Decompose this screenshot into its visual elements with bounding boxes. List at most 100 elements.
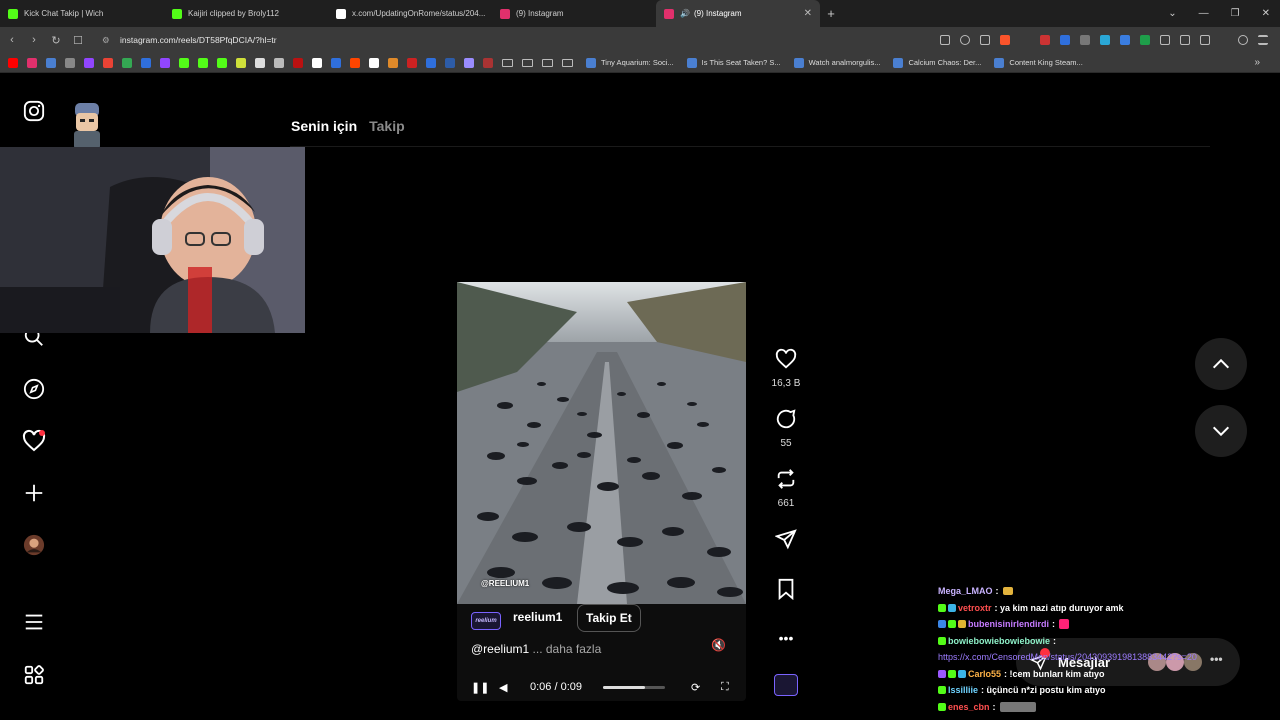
minimize-button[interactable]: — (1199, 8, 1209, 19)
reel-card[interactable]: @REELIUM1 reelium reelium1 Takip Et @ree… (457, 185, 746, 701)
folder-icon[interactable] (522, 58, 533, 67)
bookmark-link[interactable]: Calcium Chaos: Der... (893, 57, 981, 68)
bookmark-icon[interactable] (46, 57, 56, 68)
cast-icon[interactable] (940, 35, 950, 45)
x-bookmark-icon[interactable] (312, 57, 322, 68)
more-bookmarks-icon[interactable]: » (1254, 57, 1260, 68)
forward-button[interactable]: › (24, 34, 44, 46)
sidebar-icon[interactable] (1200, 35, 1210, 45)
follow-button[interactable]: Takip Et (577, 604, 641, 632)
folder-icon[interactable] (542, 58, 553, 67)
new-tab-button[interactable]: + (820, 6, 842, 21)
bookmark-icon[interactable] (141, 57, 151, 68)
author-name[interactable]: reelium1 (513, 610, 562, 624)
music-icon[interactable] (1238, 35, 1248, 45)
reload-button[interactable]: ↻ (46, 34, 66, 47)
bookmark-icon[interactable] (369, 57, 379, 68)
pause-button[interactable]: ❚❚ (471, 681, 489, 694)
bookmark-icon[interactable] (426, 57, 436, 68)
puzzle-icon[interactable] (1180, 35, 1190, 45)
more-menu-icon[interactable] (22, 610, 46, 634)
next-reel-button[interactable] (1195, 405, 1247, 457)
share-action[interactable] (766, 528, 806, 555)
bookmark-icon[interactable] (274, 57, 284, 68)
zoom-icon[interactable] (960, 35, 970, 45)
save-action[interactable] (766, 578, 806, 605)
folder-icon[interactable] (502, 58, 513, 67)
comment-action[interactable]: 55 (766, 408, 806, 449)
bookmark-icon[interactable] (236, 57, 246, 68)
close-window-button[interactable]: ✕ (1262, 8, 1270, 19)
kick-bookmark-icon[interactable] (198, 57, 208, 68)
browser-tab-0[interactable]: Kick Chat Takip | Wich (0, 0, 164, 27)
close-tab-icon[interactable]: ✕ (804, 8, 812, 19)
kick-bookmark-icon[interactable] (179, 57, 189, 68)
replay-icon[interactable]: ⟳ (691, 681, 700, 694)
seek-bar[interactable] (603, 686, 665, 689)
bookmark-link[interactable]: Watch analmorgulis... (793, 57, 880, 68)
folder-icon[interactable] (562, 58, 573, 67)
tab-for-you[interactable]: Senin için (291, 118, 357, 134)
extension-blue-icon[interactable] (1060, 35, 1070, 45)
bookmark-link[interactable]: Is This Seat Taken? S... (686, 57, 781, 68)
reel-video[interactable]: @REELIUM1 (457, 282, 746, 604)
notifications-heart-icon[interactable] (22, 429, 46, 453)
volume-icon[interactable]: ◀ (499, 681, 507, 694)
twitch-bookmark-icon[interactable] (160, 57, 170, 68)
profile-avatar[interactable] (22, 533, 46, 557)
share-icon[interactable] (980, 35, 990, 45)
menu-icon[interactable] (1258, 35, 1268, 45)
more-options-icon[interactable]: ••• (766, 630, 806, 646)
bookmark-icon[interactable] (407, 57, 417, 68)
extension-blue2-icon[interactable] (1120, 35, 1130, 45)
extension-dark-icon[interactable] (1160, 35, 1170, 45)
extension-green-icon[interactable] (1140, 35, 1150, 45)
site-info-icon[interactable]: ⚙ (102, 35, 110, 45)
bookmark-icon[interactable] (331, 57, 341, 68)
bookmark-link[interactable]: Content King Steam... (994, 57, 1083, 68)
bookmark-icon[interactable] (388, 57, 398, 68)
anchor-bookmark-icon[interactable] (255, 57, 265, 68)
extension-cyan-icon[interactable] (1100, 35, 1110, 45)
instagram-bookmark-icon[interactable] (27, 57, 37, 68)
extension-red-icon[interactable] (1040, 35, 1050, 45)
repost-action[interactable]: 661 (766, 468, 806, 509)
previous-reel-button[interactable] (1195, 338, 1247, 390)
bookmark-link[interactable]: Tiny Aquarium: Soci... (586, 57, 674, 68)
bookmark-icon[interactable] (65, 57, 75, 68)
bookmark-icon[interactable]: ☐ (68, 34, 88, 47)
bookmark-icon[interactable] (84, 57, 94, 68)
chevron-down-icon[interactable]: ⌄ (1168, 8, 1176, 19)
reddit-bookmark-icon[interactable] (350, 57, 360, 68)
tab-following[interactable]: Takip (369, 118, 405, 134)
gmail-bookmark-icon[interactable] (103, 57, 113, 68)
browser-tab-2[interactable]: x.com/UpdatingOnRome/status/204... (328, 0, 492, 27)
kick-bookmark-icon[interactable] (217, 57, 227, 68)
bookmark-icon[interactable] (445, 57, 455, 68)
audio-avatar[interactable] (766, 674, 806, 696)
fullscreen-icon[interactable]: ⛶ (721, 681, 729, 694)
extension-grey-icon[interactable] (1080, 35, 1090, 45)
caption-more-link[interactable]: ... daha fazla (533, 642, 602, 656)
chat-link[interactable]: https://x.com/CensoredMen/status/2043093… (938, 652, 1197, 662)
instagram-logo-icon[interactable] (22, 99, 46, 123)
create-plus-icon[interactable] (22, 481, 46, 505)
bookmark-icon[interactable] (483, 57, 493, 68)
browser-tab-4-active[interactable]: 🔊 (9) Instagram ✕ (656, 0, 820, 27)
restore-button[interactable]: ❐ (1231, 8, 1240, 19)
explore-icon[interactable] (22, 377, 46, 401)
bookmark-icon[interactable] (293, 57, 303, 68)
muted-speaker-icon[interactable]: 🔇 (711, 638, 726, 652)
like-action[interactable]: 16,3 B (766, 348, 806, 389)
bookmark-icon[interactable] (464, 57, 474, 68)
drive-bookmark-icon[interactable] (122, 57, 132, 68)
address-bar[interactable]: ⚙ instagram.com/reels/DT58PfqDCIA/?hl=tr (102, 35, 940, 46)
apps-grid-icon[interactable] (22, 663, 46, 687)
browser-tab-3[interactable]: (9) Instagram (492, 0, 656, 27)
author-avatar[interactable]: reelium (471, 612, 501, 630)
brave-shield-icon[interactable] (1000, 35, 1010, 45)
caption-user[interactable]: @reelium1 (471, 642, 529, 656)
browser-tab-1[interactable]: Kaijiri clipped by Broly112 (164, 0, 328, 27)
back-button[interactable]: ‹ (2, 34, 22, 46)
youtube-bookmark-icon[interactable] (8, 57, 18, 68)
